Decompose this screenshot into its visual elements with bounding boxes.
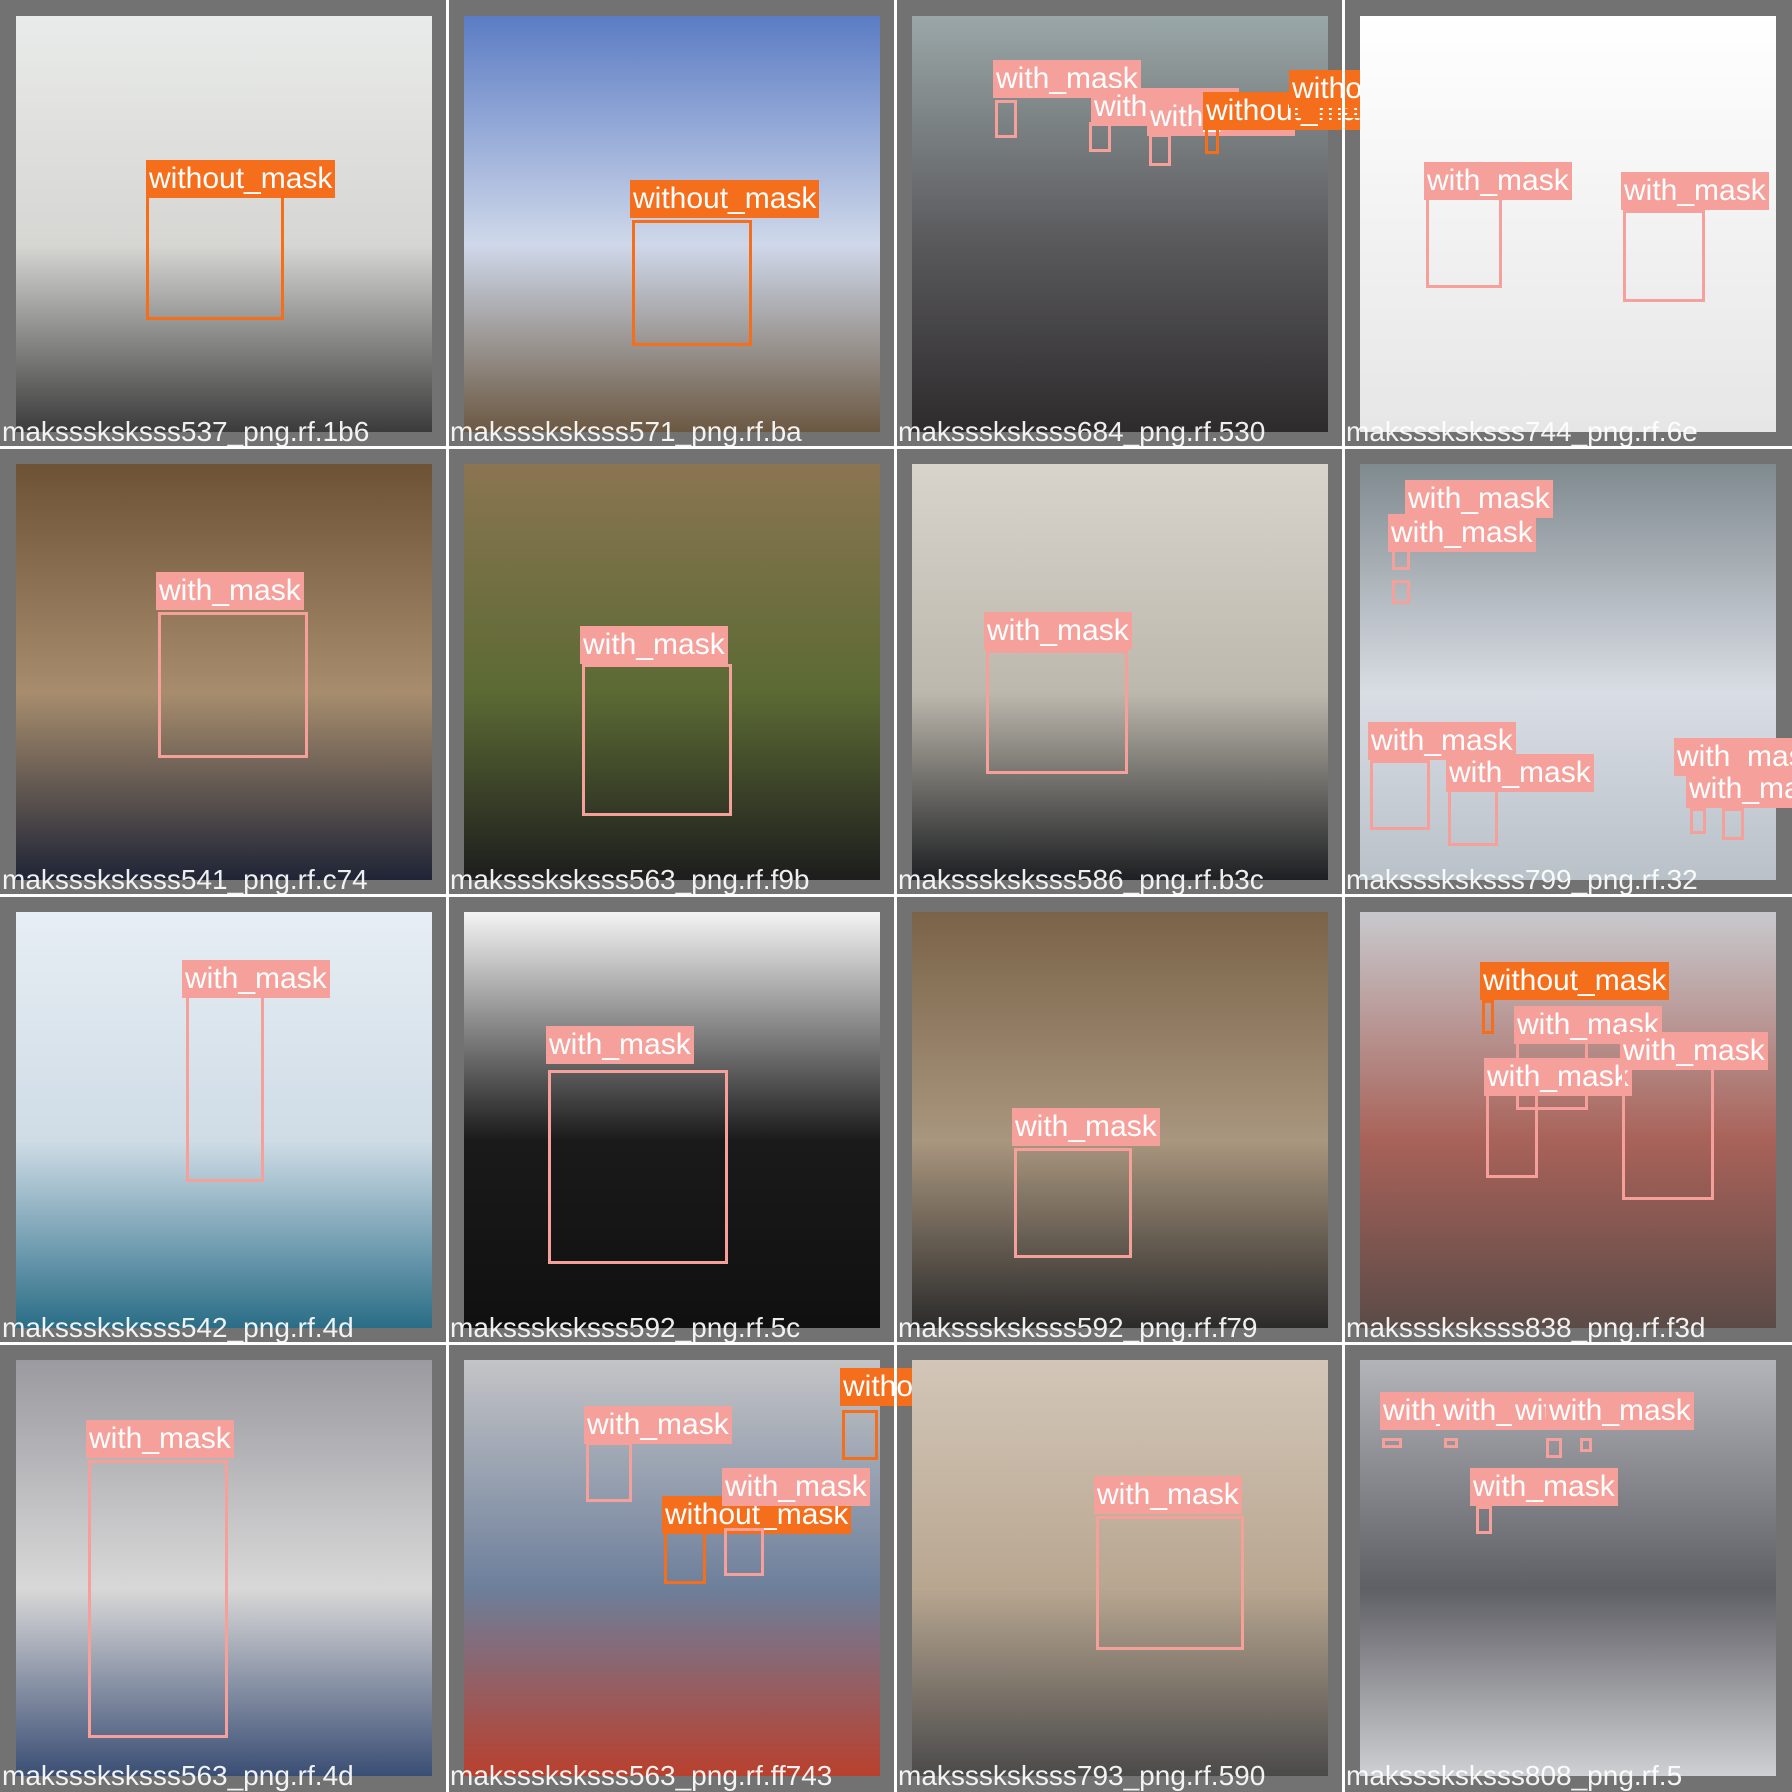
detection-label: with_mask [584,1406,732,1444]
detection-label: with_mask [1446,754,1594,792]
detection-box [158,612,308,758]
tile-filename: maksssksksss586_png.rf.b3c [898,864,1264,895]
detection-box [1722,808,1744,840]
detection-box [1096,1516,1244,1650]
detection-label: with_mask [722,1468,870,1506]
tile-filename: maksssksksss592_png.rf.f79 [898,1312,1258,1343]
detection-box [1448,786,1498,846]
image-tile: maksssksksss744_png.rf.6e [1344,0,1792,448]
detection-label: without_mask [146,160,336,198]
detection-box [724,1528,764,1576]
tile-filename: maksssksksss563_png.rf.f9b [450,864,810,895]
detection-box [986,650,1128,774]
detection-label: with_mask [1012,1108,1160,1146]
tile-photo [1360,16,1776,432]
detection-label: with_mask [1484,1058,1632,1096]
detection-box [1382,1438,1402,1448]
detection-label: with_mask [1546,1392,1694,1430]
detection-box [1476,1506,1492,1534]
tile-filename: maksssksksss563_png.rf.ff743 [450,1760,833,1791]
detection-box [632,220,752,346]
tile-filename: maksssksksss542_png.rf.4d [2,1312,354,1343]
detection-label: without_mask [630,180,820,218]
tile-filename: maksssksksss537_png.rf.1b6 [2,416,370,447]
detection-box [586,1442,632,1502]
detection-box [582,664,732,816]
detection-results-grid: maksssksksss537_png.rf.1b6 without_mask ma… [0,0,1792,1792]
detection-label: with_mask [86,1420,234,1458]
tile-filename: maksssksksss808_png.rf.5 [1346,1760,1683,1791]
detection-label: with_mask [1405,480,1553,518]
tile-filename: maksssksksss563_png.rf.4d [2,1760,354,1791]
detection-box [1482,1000,1494,1034]
grid-divider [0,1342,1792,1345]
detection-box [1690,808,1706,834]
detection-box [88,1460,228,1738]
tile-filename: maksssksksss541_png.rf.c74 [2,864,368,895]
detection-box [1426,196,1502,288]
grid-divider [1342,0,1345,1792]
detection-box [1392,580,1410,604]
detection-box [1089,122,1111,152]
detection-box [842,1410,878,1460]
detection-label: with_mask [1424,162,1572,200]
detection-box [1444,1438,1458,1448]
detection-label: with_mask [580,626,728,664]
tile-filename: maksssksksss592_png.rf.5c [450,1312,801,1343]
tile-filename: maksssksksss799_png.rf.32 [1346,864,1698,895]
detection-label: with_mask [984,612,1132,650]
tile-filename: maksssksksss838_png.rf.f3d [1346,1312,1706,1343]
detection-label: with_mask [1621,172,1769,210]
detection-label: with_mask [182,960,330,998]
detection-box [1622,1066,1714,1200]
detection-box [146,182,284,320]
detection-label: with_mask [1094,1476,1242,1514]
detection-label: with_mask [1388,514,1536,552]
detection-box [1149,134,1171,166]
tile-filename: maksssksksss744_png.rf.6e [1346,416,1698,447]
detection-label: with_mask [1686,770,1792,808]
detection-label: with_mask [156,572,304,610]
detection-box [186,990,264,1182]
detection-box [1623,210,1705,302]
detection-box [1580,1438,1592,1452]
detection-label: with_mask [1470,1468,1618,1506]
detection-label: with_mask [1620,1032,1768,1070]
detection-box [1370,760,1430,830]
grid-divider [0,894,1792,897]
detection-label: with_mask [546,1026,694,1064]
detection-box [995,100,1017,138]
tile-filename: maksssksksss571_png.rf.ba [450,416,802,447]
tile-filename: maksssksksss684_png.rf.530 [898,416,1266,447]
detection-box [1014,1148,1132,1258]
tile-filename: maksssksksss793_png.rf.590 [898,1760,1266,1791]
detection-box [1546,1438,1562,1458]
detection-label: without_mask [1480,962,1670,1000]
detection-box [548,1070,728,1264]
